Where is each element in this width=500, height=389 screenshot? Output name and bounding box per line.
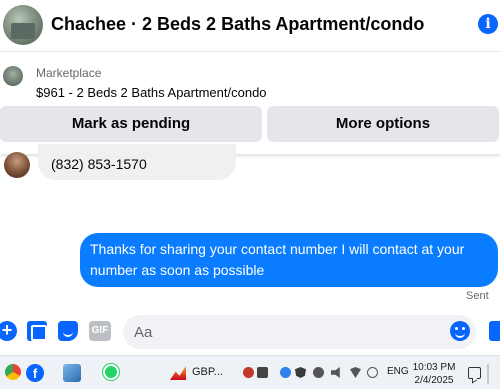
chrome-icon[interactable] xyxy=(5,364,21,380)
app-icon[interactable] xyxy=(63,364,81,382)
incoming-message[interactable]: (832) 853-1570 xyxy=(38,144,236,180)
photo-icon[interactable] xyxy=(27,321,47,341)
outgoing-message[interactable]: Thanks for sharing your contact number I… xyxy=(80,233,498,287)
message-status: Sent xyxy=(466,290,489,302)
message-input-placeholder: Aa xyxy=(134,324,153,341)
cloud-icon[interactable] xyxy=(313,367,324,378)
marketplace-panel: Marketplace $961 - 2 Beds 2 Baths Apartm… xyxy=(0,58,500,154)
volume-icon[interactable] xyxy=(331,367,340,378)
shield-icon[interactable] xyxy=(295,367,306,378)
stock-widget-icon[interactable] xyxy=(170,366,186,380)
clock-time: 10:03 PM xyxy=(412,362,456,373)
listing-title[interactable]: $961 - 2 Beds 2 Baths Apartment/condo xyxy=(36,85,267,100)
whatsapp-icon[interactable] xyxy=(103,364,119,380)
message-input[interactable]: Aa xyxy=(123,315,476,349)
emoji-icon[interactable] xyxy=(450,321,470,341)
message-composer: + GIF Aa xyxy=(0,312,500,352)
battery-icon[interactable] xyxy=(257,367,268,378)
mark-as-pending-button[interactable]: Mark as pending xyxy=(0,106,262,142)
language-indicator[interactable]: ENG xyxy=(387,366,409,377)
location-icon[interactable] xyxy=(367,367,378,378)
plus-icon[interactable]: + xyxy=(0,321,17,341)
contact-avatar[interactable] xyxy=(4,152,30,178)
listing-thumbnail[interactable] xyxy=(3,66,23,86)
wifi-icon[interactable] xyxy=(350,367,361,378)
outgoing-message-text: Thanks for sharing your contact number I… xyxy=(90,241,465,278)
more-options-button[interactable]: More options xyxy=(267,106,499,142)
show-desktop-strip[interactable] xyxy=(487,364,489,384)
facebook-icon[interactable]: f xyxy=(26,364,44,382)
taskbar: f GBP... ENG 10:03 PM 2/4/2025 xyxy=(0,355,500,389)
info-icon[interactable]: i xyxy=(478,14,498,34)
conversation-title[interactable]: Chachee · 2 Beds 2 Baths Apartment/condo xyxy=(51,14,424,35)
stock-widget-label[interactable]: GBP... xyxy=(192,366,223,378)
sticker-icon[interactable] xyxy=(58,321,78,341)
system-clock[interactable]: 10:03 PM 2/4/2025 xyxy=(412,361,456,387)
sync-icon[interactable] xyxy=(280,367,291,378)
conversation-header: Chachee · 2 Beds 2 Baths Apartment/condo… xyxy=(0,0,500,52)
like-icon[interactable] xyxy=(489,321,500,341)
seller-avatar[interactable] xyxy=(3,5,43,45)
clock-date: 2/4/2025 xyxy=(414,375,454,386)
incoming-message-text: (832) 853-1570 xyxy=(51,156,147,172)
notification-icon[interactable] xyxy=(468,367,481,379)
antivirus-icon[interactable] xyxy=(243,367,254,378)
gif-icon[interactable]: GIF xyxy=(89,321,111,341)
marketplace-label: Marketplace xyxy=(36,66,102,80)
